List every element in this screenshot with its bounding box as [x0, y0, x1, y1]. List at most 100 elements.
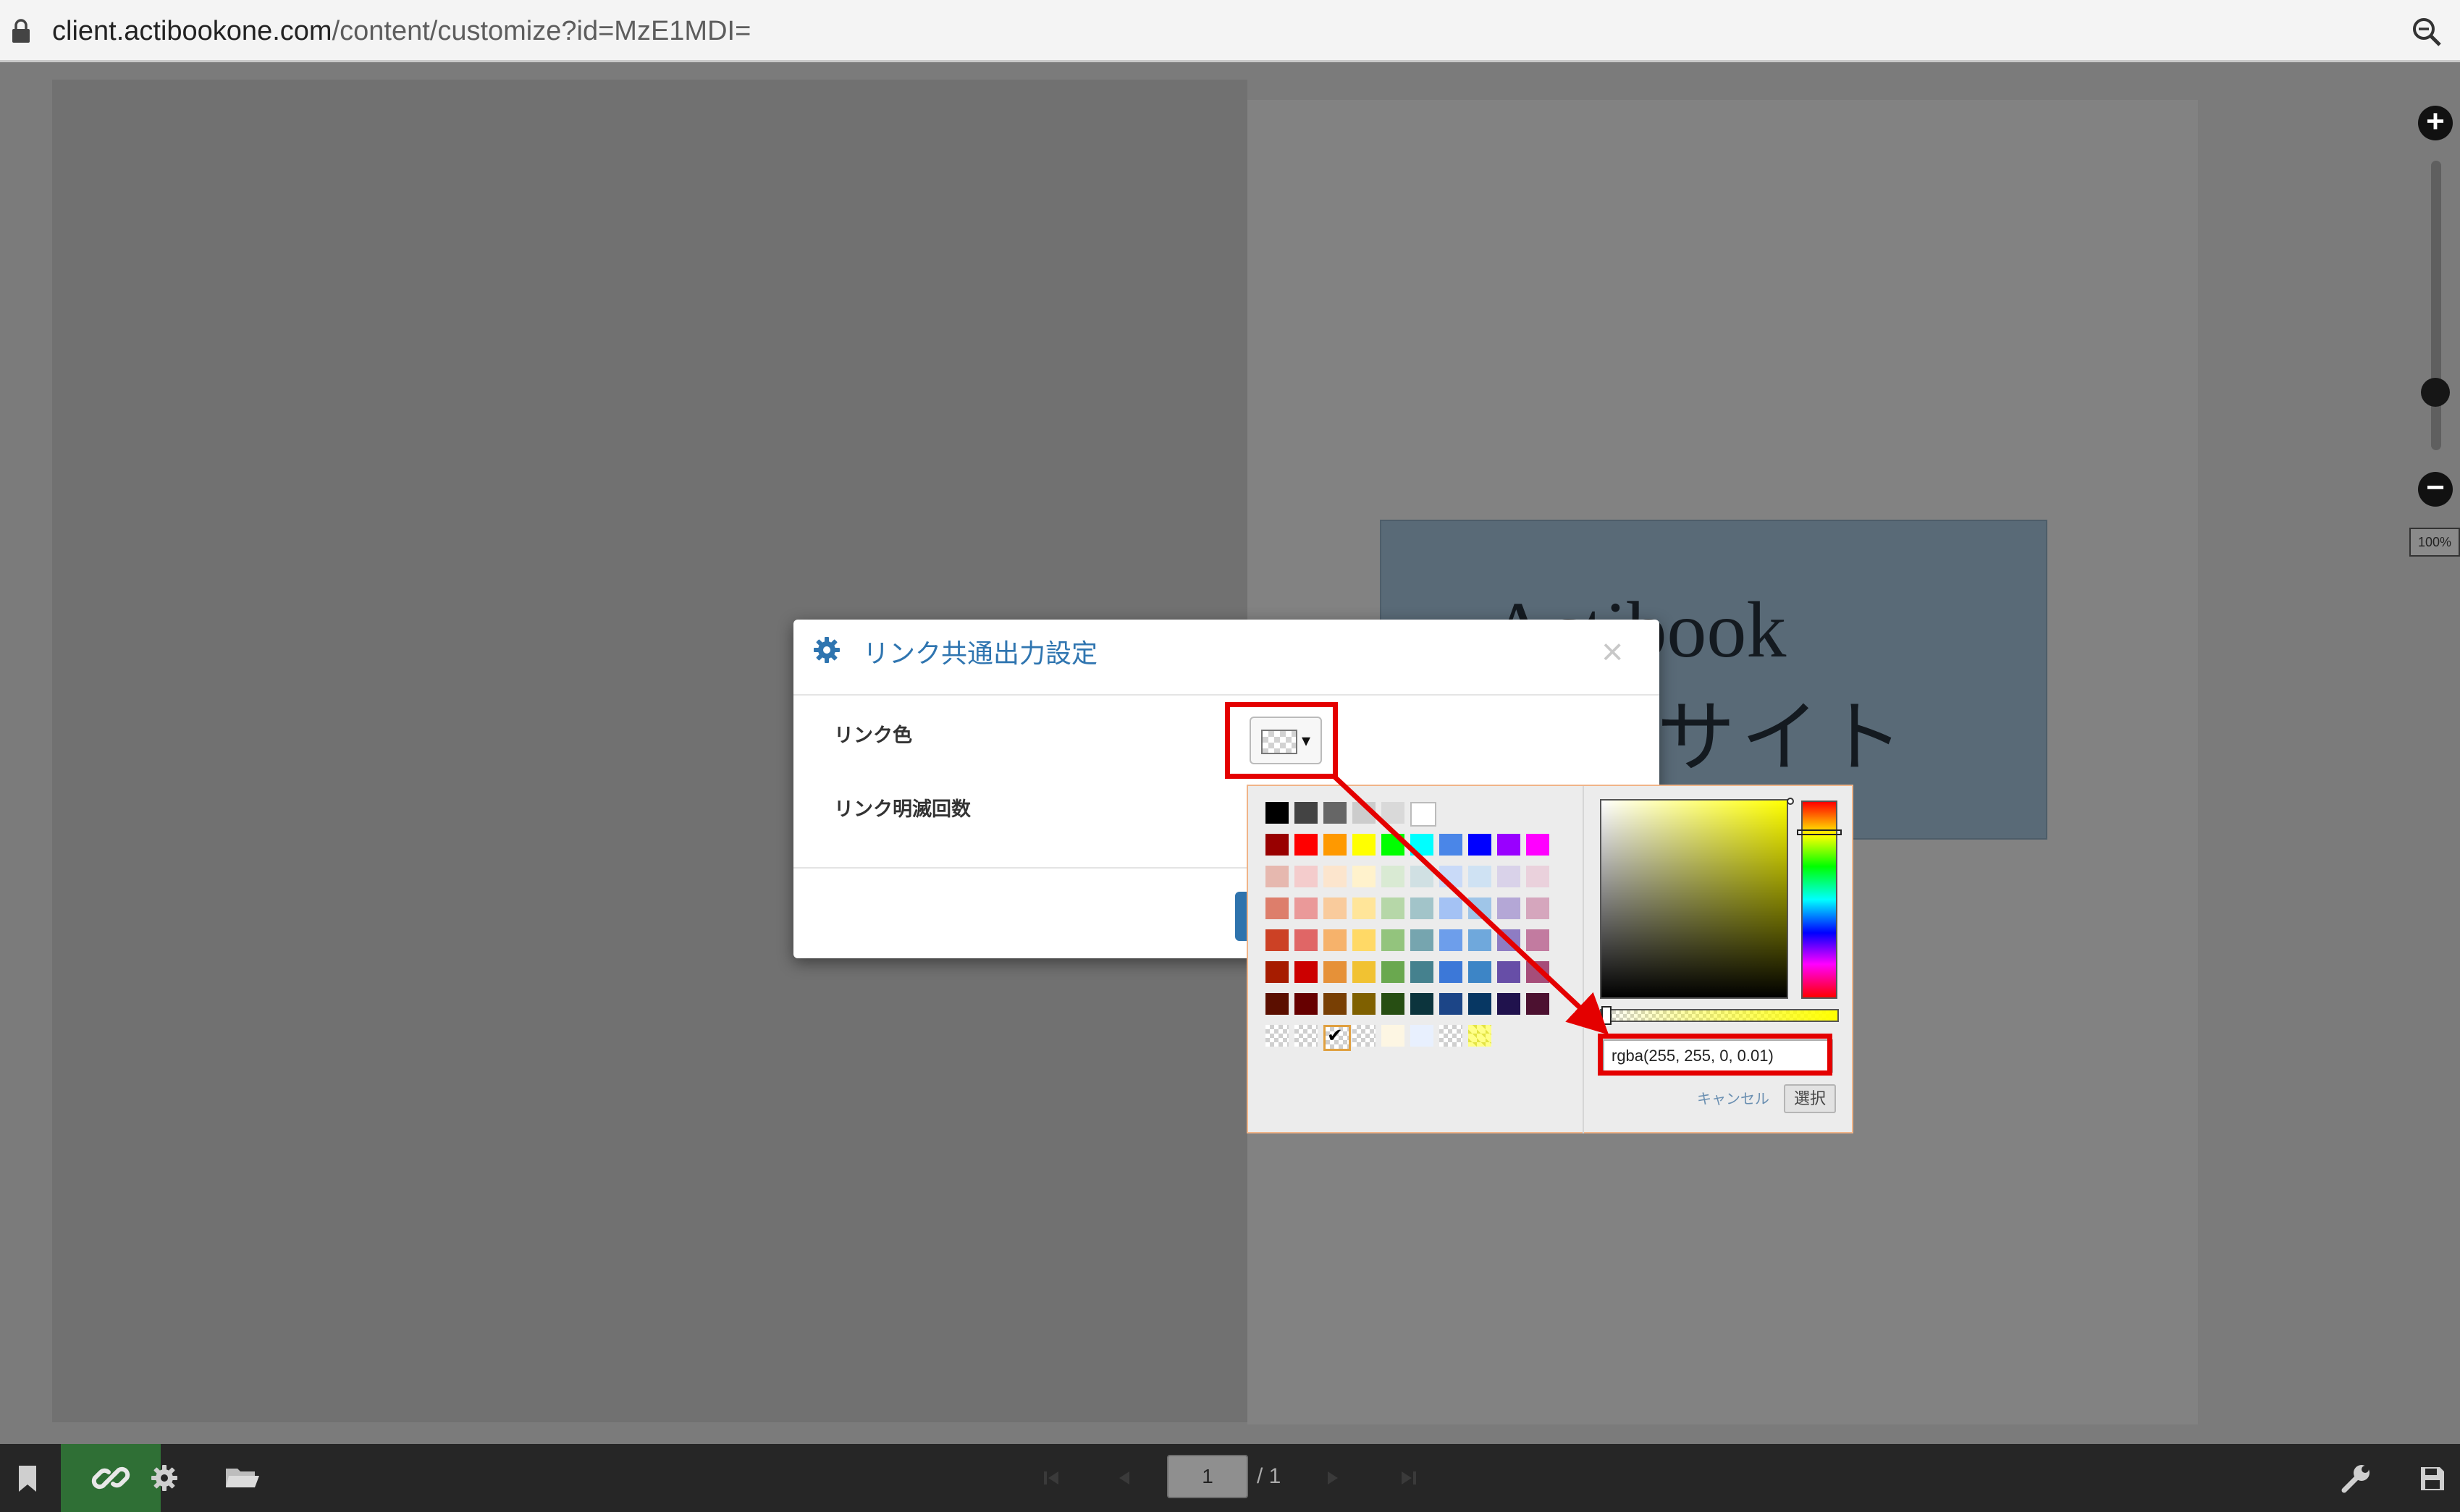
color-swatch[interactable]: [1526, 898, 1549, 919]
color-swatch[interactable]: [1294, 993, 1318, 1015]
color-swatch[interactable]: [1265, 993, 1289, 1015]
color-swatch[interactable]: [1410, 802, 1436, 827]
picker-cancel-link[interactable]: キャンセル: [1697, 1087, 1769, 1112]
selected-recent-swatch[interactable]: ✔: [1323, 1024, 1351, 1051]
color-swatch[interactable]: [1294, 866, 1318, 887]
color-swatch[interactable]: [1468, 834, 1491, 856]
color-swatch[interactable]: [1497, 993, 1520, 1015]
hue-slider-handle[interactable]: [1797, 829, 1842, 835]
url-text[interactable]: client.actibookone.com/content/customize…: [52, 13, 751, 49]
color-swatch[interactable]: [1265, 961, 1289, 983]
first-page-icon[interactable]: [1028, 1454, 1076, 1502]
color-swatch[interactable]: [1526, 929, 1549, 951]
page-number-input[interactable]: 1: [1167, 1455, 1248, 1498]
gear-icon[interactable]: [140, 1454, 188, 1502]
last-page-icon[interactable]: [1384, 1454, 1432, 1502]
color-swatch[interactable]: [1526, 866, 1549, 887]
recent-color-swatch[interactable]: [1294, 1025, 1318, 1047]
alpha-slider-handle[interactable]: [1601, 1006, 1612, 1025]
zoom-in-button[interactable]: +: [2418, 106, 2453, 140]
color-swatch[interactable]: [1410, 961, 1433, 983]
color-swatch[interactable]: [1323, 898, 1347, 919]
color-swatch[interactable]: [1294, 834, 1318, 856]
recent-color-swatch[interactable]: [1439, 1025, 1462, 1047]
color-swatch[interactable]: [1410, 866, 1433, 887]
link-icon[interactable]: [87, 1454, 135, 1502]
color-swatch[interactable]: [1352, 961, 1376, 983]
recent-color-swatch[interactable]: [1381, 1025, 1404, 1047]
color-swatch[interactable]: [1526, 993, 1549, 1015]
color-swatch[interactable]: [1294, 929, 1318, 951]
saturation-value-area[interactable]: [1600, 799, 1788, 999]
recent-color-swatch[interactable]: [1265, 1025, 1289, 1047]
zoom-slider-handle[interactable]: [2421, 378, 2450, 407]
color-swatch[interactable]: [1497, 834, 1520, 856]
color-swatch[interactable]: [1439, 993, 1462, 1015]
color-swatch[interactable]: [1265, 834, 1289, 856]
color-swatch[interactable]: [1410, 834, 1433, 856]
color-swatch[interactable]: [1439, 834, 1462, 856]
bookmark-icon[interactable]: [4, 1454, 52, 1502]
color-swatch[interactable]: [1352, 802, 1376, 824]
color-swatch[interactable]: [1294, 961, 1318, 983]
color-swatch[interactable]: [1352, 866, 1376, 887]
recent-color-swatch[interactable]: [1410, 1025, 1433, 1047]
color-swatch[interactable]: [1468, 866, 1491, 887]
color-swatch[interactable]: [1439, 929, 1462, 951]
browser-zoom-icon[interactable]: [2411, 16, 2443, 48]
color-swatch[interactable]: [1410, 929, 1433, 951]
recent-color-swatch[interactable]: [1352, 1025, 1376, 1047]
color-swatch[interactable]: [1323, 929, 1347, 951]
saturation-value-handle[interactable]: [1787, 798, 1794, 805]
color-swatch[interactable]: [1381, 866, 1404, 887]
color-swatch[interactable]: [1381, 961, 1404, 983]
color-swatch[interactable]: [1497, 898, 1520, 919]
color-swatch[interactable]: [1381, 834, 1404, 856]
wrench-icon[interactable]: [2333, 1454, 2380, 1502]
color-swatch[interactable]: [1497, 929, 1520, 951]
folder-icon[interactable]: [219, 1454, 266, 1502]
close-icon[interactable]: ×: [1601, 633, 1623, 671]
color-swatch[interactable]: [1526, 961, 1549, 983]
color-swatch[interactable]: [1352, 929, 1376, 951]
color-swatch[interactable]: [1352, 993, 1376, 1015]
zoom-out-button[interactable]: −: [2418, 472, 2453, 507]
color-swatch[interactable]: [1526, 834, 1549, 856]
color-swatch[interactable]: [1439, 961, 1462, 983]
color-swatch[interactable]: [1381, 929, 1404, 951]
color-swatch[interactable]: [1265, 898, 1289, 919]
color-swatch[interactable]: [1439, 898, 1462, 919]
color-swatch[interactable]: [1265, 802, 1289, 824]
color-swatch[interactable]: [1468, 993, 1491, 1015]
color-swatch[interactable]: [1323, 866, 1347, 887]
prev-page-icon[interactable]: [1100, 1454, 1148, 1502]
recent-color-swatch[interactable]: [1468, 1025, 1491, 1047]
color-swatch[interactable]: [1381, 802, 1404, 824]
picker-choose-button[interactable]: 選択: [1784, 1084, 1836, 1113]
color-swatch[interactable]: [1323, 802, 1347, 824]
color-swatch[interactable]: [1294, 898, 1318, 919]
color-swatch[interactable]: [1323, 993, 1347, 1015]
color-swatch[interactable]: [1468, 929, 1491, 951]
zoom-slider-track[interactable]: [2431, 161, 2441, 450]
color-swatch[interactable]: [1323, 834, 1347, 856]
save-icon[interactable]: [2408, 1454, 2456, 1502]
color-swatch[interactable]: [1410, 993, 1433, 1015]
color-swatch[interactable]: [1265, 866, 1289, 887]
color-swatch[interactable]: [1294, 802, 1318, 824]
color-swatch[interactable]: [1265, 929, 1289, 951]
color-swatch[interactable]: [1497, 866, 1520, 887]
color-swatch[interactable]: [1439, 866, 1462, 887]
color-swatch[interactable]: [1468, 898, 1491, 919]
address-bar[interactable]: client.actibookone.com/content/customize…: [0, 0, 2460, 62]
color-swatch[interactable]: [1381, 898, 1404, 919]
next-page-icon[interactable]: [1309, 1454, 1357, 1502]
color-swatch[interactable]: [1410, 898, 1433, 919]
color-swatch[interactable]: [1468, 961, 1491, 983]
color-swatch[interactable]: [1497, 961, 1520, 983]
alpha-slider[interactable]: [1600, 1009, 1839, 1022]
color-swatch[interactable]: [1352, 898, 1376, 919]
color-swatch[interactable]: [1352, 834, 1376, 856]
color-swatch[interactable]: [1381, 993, 1404, 1015]
color-swatch[interactable]: [1323, 961, 1347, 983]
